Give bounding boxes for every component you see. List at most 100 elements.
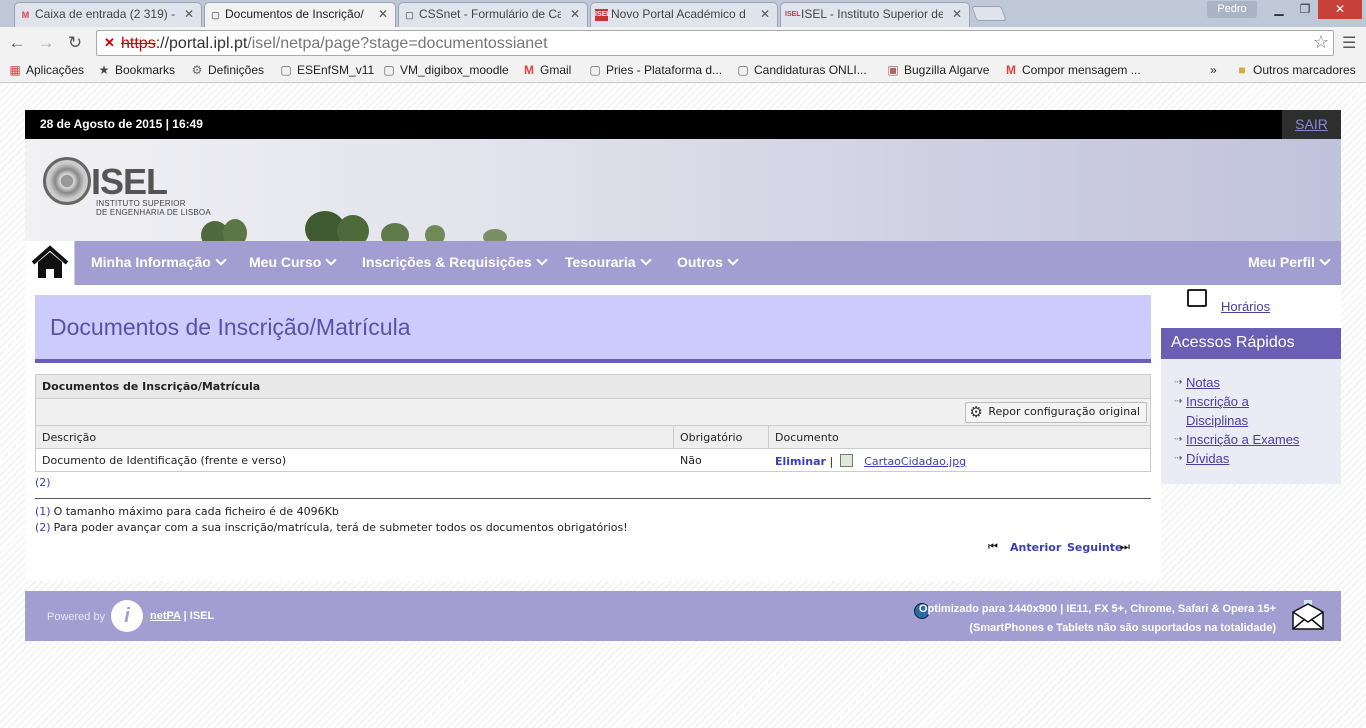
close-tab-icon[interactable]: ✕ [378, 7, 388, 21]
mail-contact-icon[interactable] [1291, 600, 1325, 630]
bookmark-vm-digibox[interactable]: ▢ VM_digibox_moodle [382, 63, 508, 77]
optimized-for-text: Optimizado para 1440x900 | IE11, FX 5+, … [918, 603, 1276, 615]
isel-seal-icon [43, 157, 91, 205]
delete-document-link[interactable]: Eliminar [775, 455, 826, 468]
netpa-link[interactable]: netPA [150, 610, 181, 622]
quick-link-inscricao-disciplinas[interactable]: ⇢ Inscrição a [1174, 392, 1249, 411]
reset-config-button[interactable]: ⚙ Repor configuração original [965, 402, 1147, 423]
nav-outros[interactable]: Outros [677, 254, 739, 270]
page-icon: ▢ [405, 10, 414, 20]
image-file-icon [839, 454, 853, 467]
bookmark-compor[interactable]: M Compor mensagem ... [1004, 63, 1141, 77]
bookmark-star-icon[interactable]: ☆ [1313, 32, 1329, 53]
bookmark-esenfsm[interactable]: ▢ ESEnfSM_v11 [279, 63, 374, 77]
tab-title: Caixa de entrada (2 319) - [35, 7, 175, 21]
column-header-obrigatorio[interactable]: Obrigatório [674, 426, 769, 448]
gmail-icon: M [1006, 63, 1016, 77]
panel-toolbar: ⚙ Repor configuração original [36, 399, 1150, 426]
bookmark-candidaturas[interactable]: ▢ Candidaturas ONLI... [736, 63, 866, 77]
tab-title: Documentos de Inscrição/ [225, 7, 364, 21]
document-file-link[interactable]: CartaoCidadao.jpg [864, 455, 966, 468]
schedule-link[interactable]: Horários [1221, 299, 1270, 314]
bookmarks-bar: ▦ Aplicações ★ Bookmarks ⚙ Definições ▢ ESEn… [0, 59, 1366, 83]
profile-button[interactable]: Pedro [1207, 1, 1257, 18]
previous-icon[interactable]: ⏮ [988, 541, 998, 554]
arrow-icon: ⇢ [1174, 396, 1183, 407]
url-text: https://portal.ipl.pt/isel/netpa/page?st… [121, 35, 548, 52]
logout-link[interactable]: SAIR [1282, 110, 1341, 139]
bookmarks-overflow-button[interactable]: » [1210, 63, 1217, 77]
browser-toolbar: ← → ↻ ✕ https://portal.ipl.pt/isel/netpa… [0, 27, 1366, 59]
reload-icon[interactable]: ↻ [64, 32, 86, 54]
netpa-logo-icon: i [111, 600, 143, 632]
forward-icon[interactable]: → [35, 32, 57, 54]
current-datetime: 28 de Agosto de 2015 | 16:49 [40, 117, 203, 131]
close-window-icon[interactable]: ✕ [1318, 0, 1362, 19]
close-tab-icon[interactable]: ✕ [570, 7, 580, 21]
footer: Powered by i netPA | ISEL Optimizado par… [25, 591, 1341, 641]
previous-link[interactable]: Anterior [1010, 541, 1061, 554]
browser-menu-icon[interactable]: ☰ [1342, 33, 1356, 53]
folder-icon: ■ [1238, 63, 1246, 77]
minimize-icon[interactable]: ▁ [1266, 0, 1292, 19]
chevron-down-icon [639, 254, 652, 266]
page-icon: ▢ [211, 10, 220, 20]
arrow-icon: ⇢ [1174, 434, 1183, 445]
quick-link-disciplinas[interactable]: Disciplinas [1186, 411, 1248, 430]
next-link[interactable]: Seguinte [1067, 541, 1122, 554]
note-max-size: (1) O tamanho máximo para cada ficheiro é… [35, 505, 339, 518]
gear-icon: ⚙ [191, 63, 203, 77]
column-header-documento[interactable]: Documento [769, 426, 1150, 448]
close-tab-icon[interactable]: ✕ [952, 7, 962, 21]
column-header-descricao[interactable]: Descrição [36, 426, 674, 448]
bookmark-gmail[interactable]: M Gmail [522, 63, 571, 77]
chevron-down-icon [1319, 254, 1331, 266]
bookmark-pries[interactable]: ▢ Pries - Plataforma d... [588, 63, 722, 77]
schedule-section: Horários [1161, 285, 1341, 328]
quick-link-dividas[interactable]: ⇢ Dívidas [1174, 449, 1229, 468]
restore-icon[interactable]: ❐ [1292, 0, 1318, 19]
page-icon: ▢ [737, 63, 749, 77]
bookmark-bookmarks[interactable]: ★ Bookmarks [97, 63, 175, 77]
note-required-docs: (2) Para poder avançar com a sua inscriçã… [35, 521, 628, 534]
address-bar[interactable]: ✕ https://portal.ipl.pt/isel/netpa/page?… [96, 30, 1334, 56]
nav-inscricoes-requisicoes[interactable]: Inscrições & Requisições [362, 254, 548, 270]
close-tab-icon[interactable]: ✕ [184, 7, 194, 21]
bookmark-bugzilla[interactable]: ▣ Bugzilla Algarve [886, 63, 989, 77]
gmail-icon: M [21, 10, 30, 20]
bookmark-definicoes[interactable]: ⚙ Definições [190, 63, 264, 77]
top-bar: 28 de Agosto de 2015 | 16:49 SAIR [25, 110, 1341, 139]
apps-grid-icon: ▦ [9, 63, 21, 77]
isel-logo[interactable]: ISEL INSTITUTO SUPERIOR DE ENGENHARIA DE… [43, 157, 243, 219]
bugzilla-icon: ▣ [887, 63, 899, 77]
page-icon: ▢ [280, 63, 292, 77]
quick-link-inscricao-exames[interactable]: ⇢ Inscrição a Exames [1174, 430, 1299, 449]
netpa-credit: netPA | ISEL [150, 610, 215, 622]
quick-link-notas[interactable]: ⇢ Notas [1174, 373, 1220, 392]
trees-banner-image [201, 211, 507, 241]
row-description: Documento de Identificação (frente e ver… [42, 454, 287, 467]
browser-tab-portal[interactable]: ISEL Novo Portal Académico d ✕ [590, 2, 778, 27]
bookmark-apps[interactable]: ▦ Aplicações [8, 63, 84, 77]
back-icon[interactable]: ← [6, 32, 28, 54]
home-button[interactable] [25, 241, 75, 285]
new-tab-button[interactable] [971, 6, 1007, 21]
browser-tab-cssnet[interactable]: ▢ CSSnet - Formulário de Ca ✕ [398, 2, 588, 27]
header-banner: ISEL INSTITUTO SUPERIOR DE ENGENHARIA DE… [25, 139, 1341, 241]
nav-tesouraria[interactable]: Tesouraria [565, 254, 652, 270]
footnote-ref[interactable]: (2) [35, 476, 51, 489]
nav-minha-informacao[interactable]: Minha Informação [91, 254, 227, 270]
tab-title: ISEL - Instituto Superior de [801, 7, 943, 21]
divider [35, 498, 1151, 499]
close-tab-icon[interactable]: ✕ [760, 7, 770, 21]
next-icon[interactable]: ⏭ [1120, 541, 1130, 554]
browser-tab-isel[interactable]: ISEL ISEL - Instituto Superior de ✕ [780, 2, 970, 27]
browser-tab-gmail[interactable]: M Caixa de entrada (2 319) - ✕ [14, 2, 202, 27]
chevron-down-icon [727, 254, 739, 266]
browser-tab-documentos[interactable]: ▢ Documentos de Inscrição/ ✕ [204, 2, 396, 28]
insecure-lock-icon[interactable]: ✕ [104, 35, 118, 51]
other-bookmarks[interactable]: ■ Outros marcadores [1235, 63, 1355, 77]
nav-meu-perfil[interactable]: Meu Perfil [1248, 254, 1331, 270]
home-icon [31, 245, 69, 278]
nav-meu-curso[interactable]: Meu Curso [249, 254, 338, 270]
